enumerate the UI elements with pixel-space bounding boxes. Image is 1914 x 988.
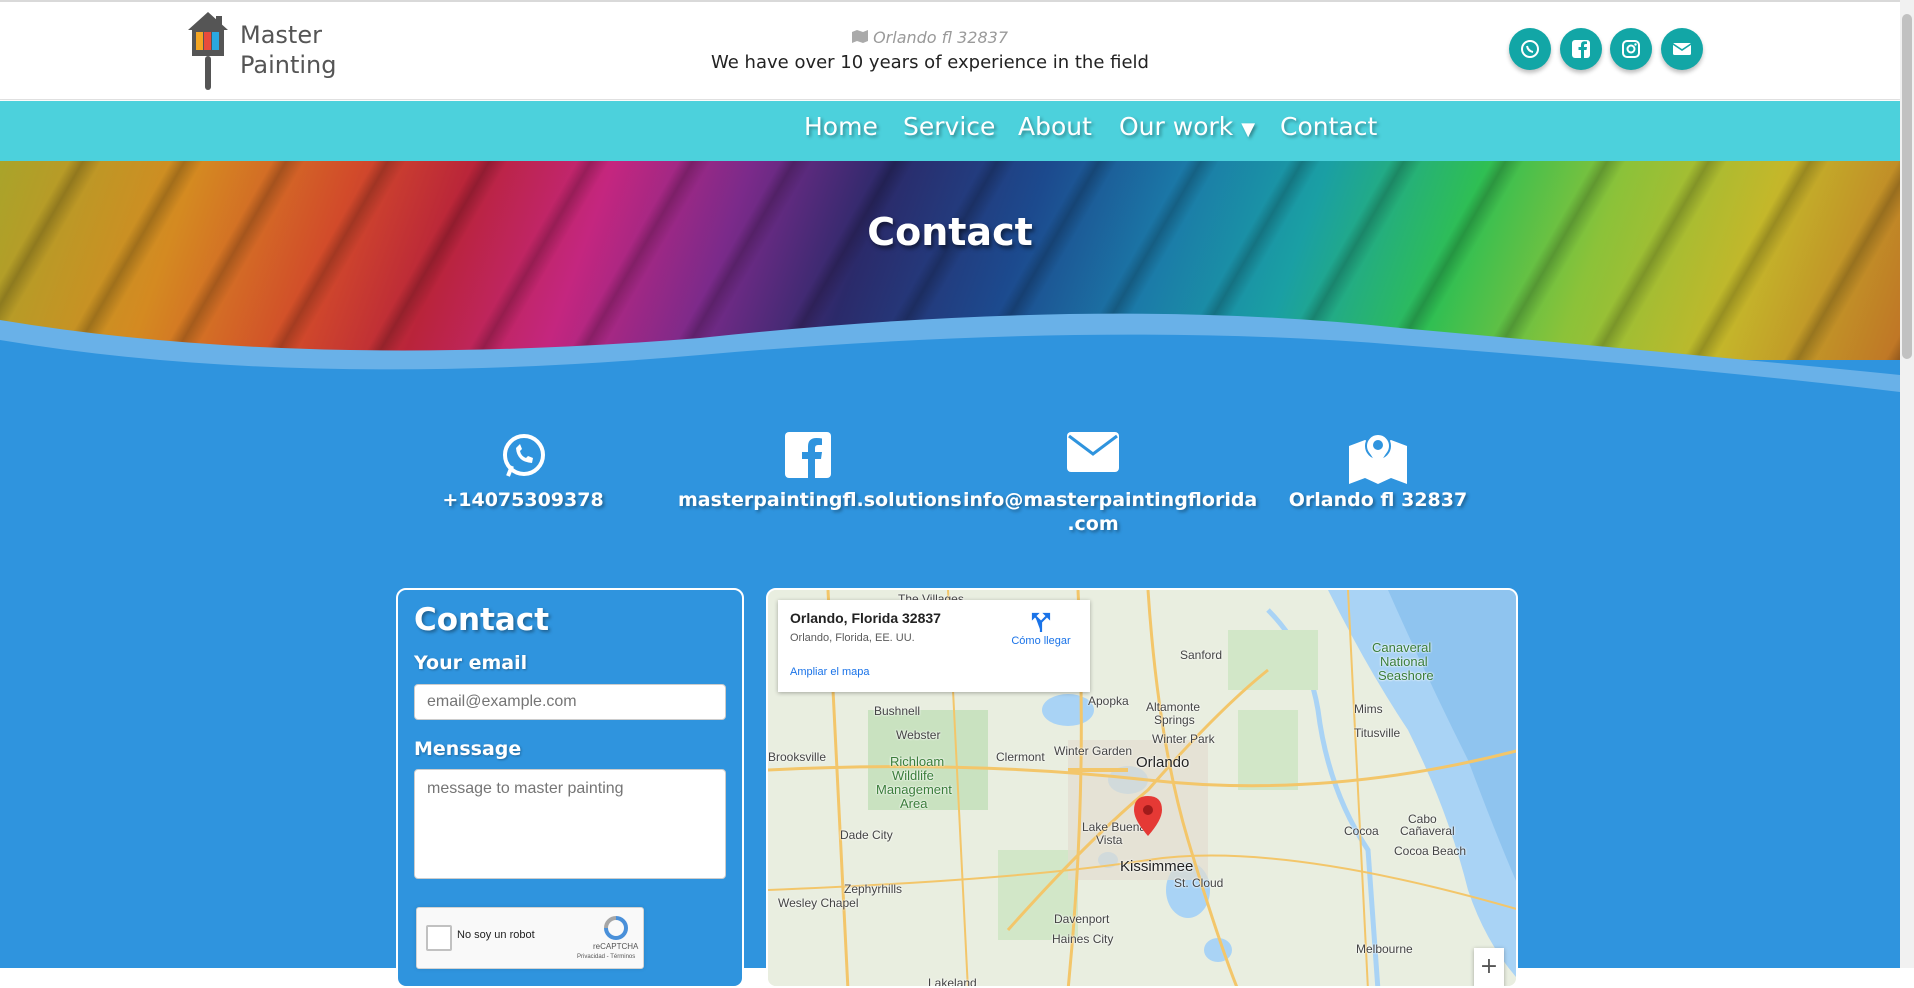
- whatsapp-social-button[interactable]: [1509, 28, 1551, 70]
- map-label-springs: Springs: [1154, 713, 1195, 727]
- enlarge-map-link[interactable]: Ampliar el mapa: [790, 666, 869, 678]
- map-label-dade-city: Dade City: [840, 828, 893, 842]
- recaptcha-label: No soy un robot: [457, 929, 535, 941]
- map-label-sanford: Sanford: [1180, 648, 1223, 662]
- map-label-canaveral-2: National: [1380, 654, 1428, 669]
- map-label-brooksville: Brooksville: [768, 750, 827, 764]
- page-title: Contact: [867, 210, 1033, 254]
- map-label-canaveral-3: Seashore: [1378, 668, 1434, 683]
- facebook-social-button[interactable]: [1560, 28, 1602, 70]
- map-label-kissimmee: Kissimmee: [1120, 858, 1194, 875]
- facebook-icon[interactable]: [778, 432, 838, 482]
- whatsapp-icon: [1521, 40, 1539, 58]
- map-label-st-cloud: St. Cloud: [1174, 876, 1224, 890]
- contact-phone[interactable]: +14075309378: [393, 488, 653, 512]
- nav-our-work[interactable]: Our work ▼: [1119, 112, 1255, 141]
- email-social-button[interactable]: [1661, 28, 1703, 70]
- map-zoom-in-button[interactable]: +: [1474, 948, 1504, 986]
- facebook-icon: [1572, 40, 1590, 58]
- instagram-icon: [1622, 40, 1640, 58]
- contact-facebook[interactable]: masterpaintingfl.solutions: [678, 488, 962, 512]
- form-title: Contact: [414, 602, 550, 638]
- message-field[interactable]: [414, 769, 726, 879]
- recaptcha-widget: No soy un robot reCAPTCHA Privacidad - T…: [416, 907, 644, 969]
- recaptcha-links[interactable]: Privacidad - Términos: [577, 954, 635, 960]
- map-label-orlando: Orlando: [1136, 754, 1190, 771]
- message-label: Menssage: [414, 738, 522, 760]
- contact-email[interactable]: info@masterpaintingflorida .com: [963, 488, 1258, 536]
- envelope-icon[interactable]: [1063, 432, 1123, 482]
- map-label-altamonte: Altamonte: [1146, 700, 1201, 714]
- map-label-bushnell: Bushnell: [874, 704, 921, 718]
- email-field[interactable]: [414, 684, 726, 720]
- map-card-subtitle: Orlando, Florida, EE. UU.: [790, 632, 915, 644]
- contact-location[interactable]: Orlando fl 32837: [1248, 488, 1508, 512]
- scrollbar-thumb[interactable]: [1902, 14, 1912, 359]
- map-label-winter-park: Winter Park: [1152, 732, 1215, 746]
- nav-our-work-label: Our work: [1119, 112, 1234, 141]
- recaptcha-icon: [604, 916, 628, 940]
- map-label-apopka: Apopka: [1088, 694, 1129, 708]
- map-label-cabo-2: Cañaveral: [1400, 824, 1455, 838]
- whatsapp-icon[interactable]: [494, 432, 554, 482]
- nav-service[interactable]: Service: [903, 112, 995, 141]
- map-label-haines-city: Haines City: [1052, 932, 1114, 946]
- directions-icon: [1031, 612, 1051, 632]
- directions-button[interactable]: Cómo llegar: [1006, 612, 1076, 647]
- recaptcha-checkbox[interactable]: [426, 925, 452, 951]
- contact-email-line-2: .com: [1067, 513, 1119, 535]
- email-icon: [1672, 43, 1692, 55]
- location-text: Orlando fl 32837: [873, 28, 1008, 47]
- map-label-richloam-1: Richloam: [890, 754, 945, 769]
- map-label-clermont: Clermont: [996, 750, 1045, 764]
- contact-email-line-1: info@masterpaintingflorida: [963, 489, 1258, 511]
- nav-about[interactable]: About: [1018, 112, 1092, 141]
- map-label-melbourne: Melbourne: [1356, 942, 1413, 956]
- caret-down-icon: ▼: [1241, 119, 1256, 140]
- nav-home[interactable]: Home: [804, 112, 878, 141]
- map-pin-icon[interactable]: [1134, 796, 1162, 836]
- map-label-cocoa: Cocoa: [1344, 824, 1379, 838]
- nav-contact[interactable]: Contact: [1280, 112, 1377, 141]
- embedded-map[interactable]: Orlando Sanford Apopka Altamonte Springs…: [766, 588, 1518, 988]
- map-label-titusville: Titusville: [1354, 726, 1401, 740]
- map-label-wesley-chapel: Wesley Chapel: [778, 896, 859, 910]
- instagram-social-button[interactable]: [1610, 28, 1652, 70]
- map-marker-icon[interactable]: [1348, 432, 1408, 484]
- map-label-davenport: Davenport: [1054, 912, 1110, 926]
- map-label-webster: Webster: [896, 728, 941, 742]
- map-icon: [851, 28, 868, 47]
- directions-label: Cómo llegar: [1011, 635, 1071, 647]
- map-label-canaveral-1: Canaveral: [1372, 640, 1432, 655]
- map-label-winter-garden: Winter Garden: [1054, 744, 1133, 758]
- map-label-lakeland: Lakeland: [928, 976, 977, 988]
- email-label: Your email: [414, 652, 528, 674]
- map-info-card: Orlando, Florida 32837 Orlando, Florida,…: [778, 600, 1090, 692]
- map-label-zephyrhills: Zephyrhills: [844, 882, 903, 896]
- page-scrollbar[interactable]: [1900, 0, 1914, 968]
- map-label-richloam-3: Management: [876, 782, 952, 797]
- map-label-vista: Vista: [1096, 833, 1123, 847]
- map-label-mims: Mims: [1354, 702, 1383, 716]
- map-label-richloam-4: Area: [900, 796, 928, 811]
- map-label-richloam-2: Wildlife: [892, 768, 934, 783]
- hero-wave: [0, 313, 1900, 420]
- recaptcha-brand: reCAPTCHA: [593, 942, 639, 951]
- map-card-title: Orlando, Florida 32837: [790, 610, 941, 626]
- map-label-cocoa-beach: Cocoa Beach: [1394, 844, 1467, 858]
